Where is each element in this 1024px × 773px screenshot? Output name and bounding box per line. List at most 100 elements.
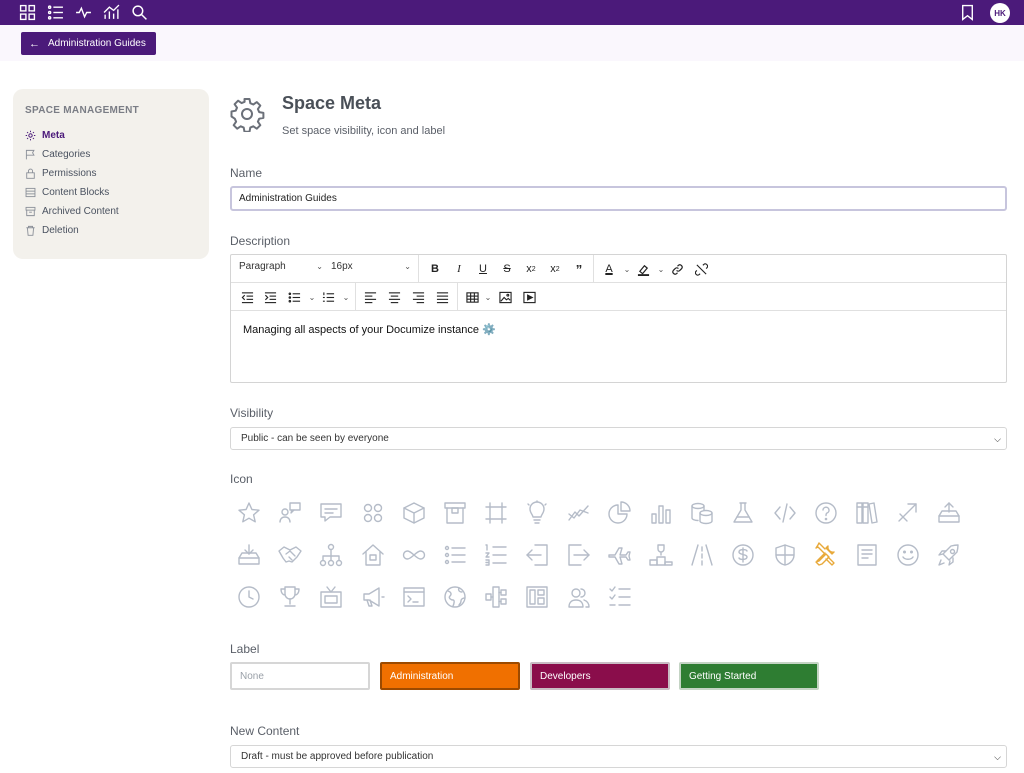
new-content-select[interactable]: Draft - must be approved before publicat… [230, 745, 1007, 768]
sign-in-icon[interactable] [520, 538, 554, 572]
clock-icon[interactable] [232, 580, 266, 614]
chevron-down-icon[interactable]: ⌄ [338, 289, 354, 305]
sidebar-item-archived-content[interactable]: Archived Content [25, 202, 197, 221]
handshake-icon[interactable] [273, 538, 307, 572]
search-icon[interactable] [131, 4, 148, 21]
apps-icon[interactable] [356, 496, 390, 530]
bold-button[interactable]: B [427, 261, 443, 277]
back-button[interactable]: ← Administration Guides [21, 32, 156, 55]
subscript-button[interactable]: x2 [547, 261, 563, 277]
question-icon[interactable] [809, 496, 843, 530]
italic-button[interactable]: I [451, 261, 467, 277]
link-icon[interactable] [669, 261, 685, 277]
text-color-button[interactable]: A [601, 261, 617, 277]
chart-icon[interactable] [103, 4, 120, 21]
indent-icon[interactable] [262, 289, 278, 305]
pie-icon[interactable] [603, 496, 637, 530]
code-icon[interactable] [768, 496, 802, 530]
split-icon[interactable] [479, 580, 513, 614]
align-justify-icon[interactable] [434, 289, 450, 305]
transfer-icon[interactable] [891, 496, 925, 530]
label-option-getting-started[interactable]: Getting Started [679, 662, 819, 690]
bullet-list-icon[interactable] [286, 289, 302, 305]
sidebar-item-meta[interactable]: Meta [25, 126, 197, 145]
star-icon[interactable] [232, 496, 266, 530]
new-content-label: New Content [230, 724, 300, 738]
outdent-icon[interactable] [239, 289, 255, 305]
road-icon[interactable] [685, 538, 719, 572]
sidebar-item-deletion[interactable]: Deletion [25, 221, 197, 240]
bookmark-icon[interactable] [959, 4, 976, 21]
grid-icon[interactable] [19, 4, 36, 21]
podium-icon[interactable] [644, 538, 678, 572]
unlink-icon[interactable] [693, 261, 709, 277]
bars-icon[interactable] [644, 496, 678, 530]
strikethrough-button[interactable]: S [499, 261, 515, 277]
chevron-down-icon[interactable]: ⌄ [304, 289, 320, 305]
coins-icon[interactable] [685, 496, 719, 530]
flask-icon[interactable] [726, 496, 760, 530]
chevron-down-icon[interactable]: ⌄ [480, 289, 496, 305]
trend-icon[interactable] [562, 496, 596, 530]
block-format-select[interactable]: Paragraph ⌄ [239, 261, 323, 272]
smile-icon[interactable] [891, 538, 925, 572]
label-option-administration[interactable]: Administration [380, 662, 520, 690]
table-icon[interactable] [464, 289, 480, 305]
users-icon[interactable] [562, 580, 596, 614]
editor-content[interactable]: Managing all aspects of your Documize in… [243, 323, 496, 336]
plane-icon[interactable] [603, 538, 637, 572]
align-left-icon[interactable] [362, 289, 378, 305]
activity-icon[interactable] [75, 4, 92, 21]
align-right-icon[interactable] [410, 289, 426, 305]
sign-out-icon[interactable] [562, 538, 596, 572]
trash-icon [25, 225, 36, 236]
superscript-button[interactable]: x2 [523, 261, 539, 277]
layout-icon[interactable] [520, 580, 554, 614]
align-center-icon[interactable] [386, 289, 402, 305]
shield-icon[interactable] [768, 538, 802, 572]
video-icon[interactable] [521, 289, 537, 305]
message-icon[interactable] [314, 496, 348, 530]
highlight-color-button[interactable] [635, 261, 651, 277]
home-icon[interactable] [356, 538, 390, 572]
list-icon[interactable] [47, 4, 64, 21]
books-icon[interactable] [850, 496, 884, 530]
tv-icon[interactable] [314, 580, 348, 614]
visibility-select[interactable]: Public - can be seen by everyone ⌵ [230, 427, 1007, 450]
user-chat-icon[interactable] [273, 496, 307, 530]
label-option-developers[interactable]: Developers [530, 662, 670, 690]
image-icon[interactable] [497, 289, 513, 305]
download-tray-icon[interactable] [232, 538, 266, 572]
terminal-icon[interactable] [397, 580, 431, 614]
chevron-down-icon[interactable]: ⌄ [653, 261, 669, 277]
sidebar-item-permissions[interactable]: Permissions [25, 164, 197, 183]
hierarchy-icon[interactable] [314, 538, 348, 572]
numbered-list-icon[interactable] [320, 289, 336, 305]
sidebar-item-categories[interactable]: Categories [25, 145, 197, 164]
blockquote-button[interactable]: ” [571, 261, 587, 277]
list-icon[interactable] [438, 538, 472, 572]
checklist-icon[interactable] [603, 580, 637, 614]
trophy-icon[interactable] [273, 580, 307, 614]
megaphone-icon[interactable] [356, 580, 390, 614]
font-size-select[interactable]: 16px ⌄ [331, 261, 411, 272]
label-option-none[interactable]: None [230, 662, 370, 690]
crop-icon[interactable] [479, 496, 513, 530]
underline-button[interactable]: U [475, 261, 491, 277]
chevron-down-icon[interactable]: ⌄ [619, 261, 635, 277]
name-input[interactable] [230, 186, 1007, 211]
avatar[interactable]: HK [990, 3, 1010, 23]
box-icon[interactable] [397, 496, 431, 530]
numbered-list-icon[interactable] [479, 538, 513, 572]
infinity-icon[interactable] [397, 538, 431, 572]
tools-icon[interactable] [809, 538, 843, 572]
upload-tray-icon[interactable] [932, 496, 966, 530]
dollar-icon[interactable] [726, 538, 760, 572]
document-icon[interactable] [850, 538, 884, 572]
archive-box-icon[interactable] [438, 496, 472, 530]
globe-icon[interactable] [438, 580, 472, 614]
bulb-icon[interactable] [520, 496, 554, 530]
rocket-icon[interactable] [932, 538, 966, 572]
sidebar-item-label: Meta [42, 130, 65, 141]
sidebar-item-content-blocks[interactable]: Content Blocks [25, 183, 197, 202]
